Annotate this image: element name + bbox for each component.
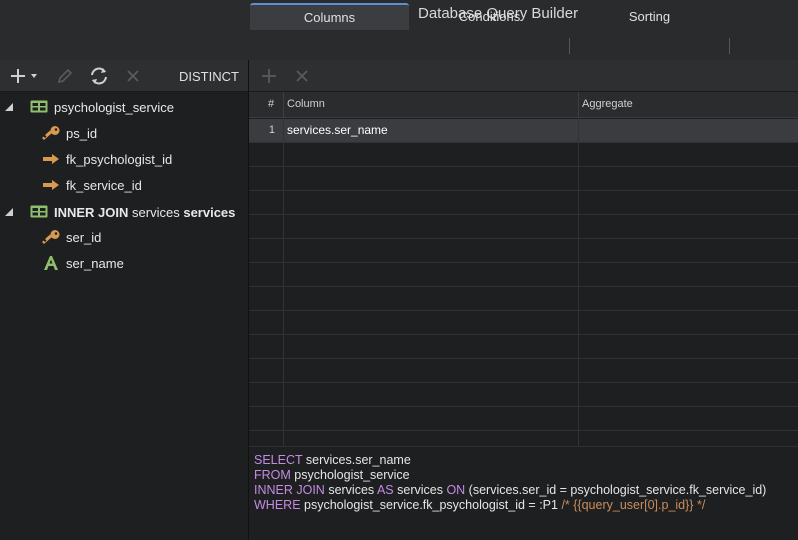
text-icon [44, 256, 58, 270]
sql-line-where: WHERE psychologist_service.fk_psychologi… [254, 498, 793, 513]
tab-separator [729, 38, 730, 54]
sql-keyword: FROM [254, 468, 291, 482]
tree-table-name: psychologist_service [54, 100, 174, 115]
sql-keyword: WHERE [254, 498, 301, 512]
table-row-empty[interactable] [249, 143, 798, 167]
sql-line-from: FROM psychologist_service [254, 468, 793, 483]
columns-grid: # Column Aggregate 1 services.ser_name [249, 92, 798, 446]
tree-column-name: ps_id [66, 126, 98, 141]
add-column-button[interactable] [258, 60, 280, 92]
tree-column-ser-id[interactable]: ser_id [0, 224, 248, 250]
table-row-empty[interactable] [249, 191, 798, 215]
grid-column-line [578, 118, 579, 446]
key-icon [42, 230, 60, 244]
sql-text: services [324, 483, 377, 497]
expand-triangle-icon[interactable] [4, 207, 14, 217]
sql-preview[interactable]: SELECT services.ser_name FROM psychologi… [249, 446, 798, 540]
tree-table-name: services [132, 205, 180, 220]
plus-icon [11, 69, 37, 83]
tree-column-ser-name[interactable]: ser_name [0, 250, 248, 276]
tab-separator [569, 38, 570, 54]
header-number: # [268, 98, 275, 110]
refresh-icon [91, 67, 107, 85]
table-row-empty[interactable] [249, 311, 798, 335]
column-resize-handle[interactable] [283, 92, 284, 118]
plus-icon [262, 69, 276, 83]
sql-line-select: SELECT services.ser_name [254, 453, 793, 468]
sql-text: (services.ser_id = psychologist_service.… [465, 483, 767, 497]
tab-conditions[interactable]: Conditions [410, 3, 569, 30]
tree-table-alias: services [183, 205, 236, 220]
sql-keyword: INNER JOIN [254, 483, 325, 497]
arrow-right-icon [43, 180, 59, 190]
sql-text: psychologist_service.fk_psychologist_id … [300, 498, 562, 512]
header-aggregate[interactable]: Aggregate [582, 98, 633, 110]
tree-column-name: ser_id [66, 230, 102, 245]
sql-text: psychologist_service [290, 468, 410, 482]
tab-columns-label: Columns [303, 10, 356, 25]
table-row-empty[interactable] [249, 335, 798, 359]
row-column-value[interactable]: services.ser_name [287, 123, 388, 137]
sql-keyword: ON [446, 483, 466, 497]
grid-column-line [283, 118, 284, 446]
row-number: 1 [268, 124, 275, 136]
sql-keyword: AS [376, 483, 394, 497]
schema-tree: psychologist_service ps_id fk_psychologi… [0, 92, 248, 540]
tree-toolbar: DISTINCT [0, 60, 248, 92]
grid-toolbar [248, 60, 798, 92]
remove-column-button[interactable] [291, 60, 313, 92]
sql-line-join: INNER JOIN services AS services ON (serv… [254, 483, 793, 498]
pencil-icon [57, 68, 73, 84]
close-icon [127, 70, 139, 82]
sql-comment: /* {{query_user[0].p_id}} */ [561, 498, 706, 512]
tree-table-label: INNER JOIN services services [54, 205, 235, 220]
table-row-empty[interactable] [249, 239, 798, 263]
table-icon [30, 205, 48, 218]
edit-button[interactable] [53, 60, 77, 92]
sql-keyword: SELECT [254, 453, 303, 467]
grid-header: # Column Aggregate [249, 92, 798, 118]
column-resize-handle[interactable] [578, 92, 579, 118]
key-icon [42, 126, 60, 140]
table-row-empty[interactable] [249, 359, 798, 383]
tree-column-name: fk_service_id [66, 178, 142, 193]
table-row-empty[interactable] [249, 287, 798, 311]
table-row[interactable]: 1 services.ser_name [249, 119, 798, 143]
tab-columns[interactable]: Columns [250, 3, 409, 30]
table-row-empty[interactable] [249, 215, 798, 239]
arrow-right-icon [43, 154, 59, 164]
tree-table-psychologist-service[interactable]: psychologist_service [0, 94, 248, 120]
expand-triangle-icon[interactable] [4, 102, 14, 112]
header-column[interactable]: Column [287, 98, 325, 110]
tree-column-name: fk_psychologist_id [66, 152, 173, 167]
table-row-empty[interactable] [249, 167, 798, 191]
sql-text: services [393, 483, 447, 497]
sql-text: services.ser_name [302, 453, 411, 467]
distinct-toggle[interactable]: DISTINCT [179, 69, 239, 84]
table-row-empty[interactable] [249, 263, 798, 287]
table-icon [30, 100, 48, 113]
tree-column-ps-id[interactable]: ps_id [0, 120, 248, 146]
tree-column-name: ser_name [66, 256, 124, 271]
tab-conditions-label: Conditions [458, 9, 521, 24]
tab-bar [0, 30, 798, 60]
tab-sorting-label: Sorting [628, 9, 671, 24]
table-row-empty[interactable] [249, 383, 798, 407]
add-dropdown-button[interactable] [8, 60, 38, 92]
tab-sorting[interactable]: Sorting [570, 3, 729, 30]
close-icon [296, 70, 308, 82]
tree-table-services[interactable]: INNER JOIN services services [0, 199, 248, 225]
tree-column-fk-psychologist-id[interactable]: fk_psychologist_id [0, 146, 248, 172]
delete-button[interactable] [122, 60, 144, 92]
table-row-empty[interactable] [249, 407, 798, 431]
refresh-button[interactable] [86, 60, 112, 92]
tree-column-fk-service-id[interactable]: fk_service_id [0, 172, 248, 198]
join-prefix: INNER JOIN [54, 205, 129, 220]
